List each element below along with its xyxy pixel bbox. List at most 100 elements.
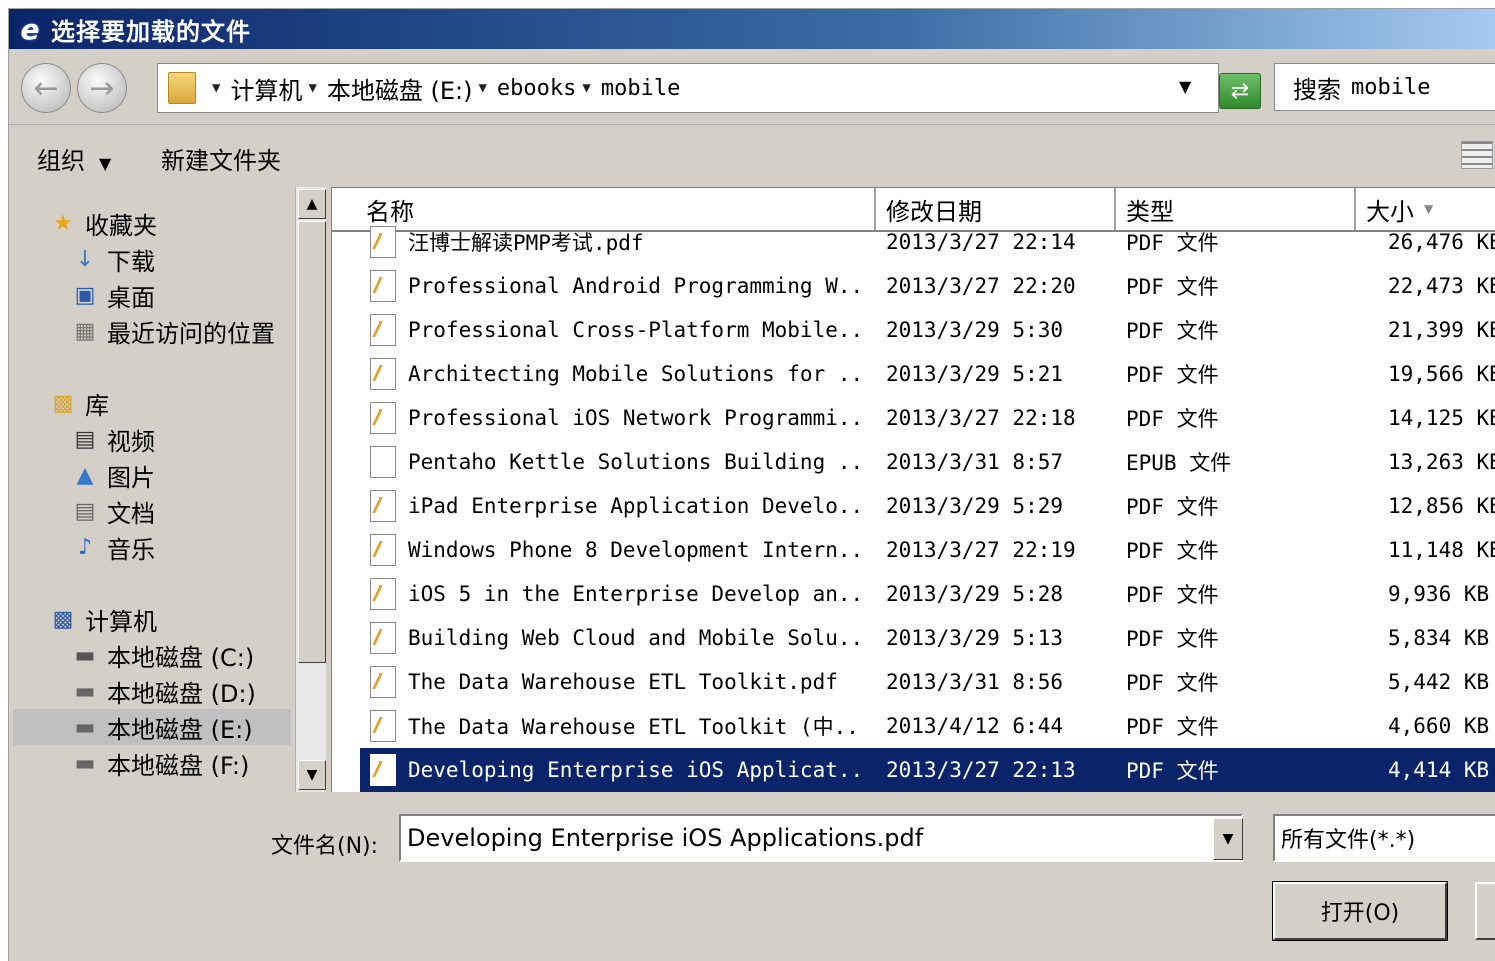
file-row[interactable]: Architecting Mobile Solutions for ... 201… — [360, 352, 1495, 396]
file-name-cell: Developing Enterprise iOS Applicat... — [370, 748, 860, 792]
forward-button[interactable]: → — [77, 63, 127, 113]
file-row[interactable]: Windows Phone 8 Development Intern... 201… — [360, 528, 1495, 572]
file-size: 5,442 KB — [1388, 670, 1490, 694]
nav-desktop[interactable]: ▣ 桌面 — [71, 277, 155, 313]
scroll-up-icon[interactable]: ▲ — [298, 189, 326, 219]
file-size: 26,476 KB — [1388, 230, 1495, 254]
scroll-thumb[interactable] — [298, 221, 326, 663]
file-type: PDF 文件 — [1126, 495, 1219, 519]
breadcrumb-mobile[interactable]: ▼ mobile — [576, 76, 680, 101]
chevron-down-icon[interactable]: ▼ — [582, 80, 590, 96]
file-date: 2013/3/27 22:14 — [886, 230, 1076, 254]
nav-drive-f[interactable]: ▬ 本地磁盘 (F:) — [71, 745, 250, 781]
file-name: iPad Enterprise Application Develo... — [408, 494, 860, 518]
pdf-icon — [370, 226, 396, 258]
file-row[interactable]: iPad Enterprise Application Develo... 201… — [360, 484, 1495, 528]
nav-libraries[interactable]: ▩ 库 — [49, 385, 109, 421]
file-size: 13,263 KB — [1388, 450, 1495, 474]
nav-drive-c[interactable]: ▬ 本地磁盘 (C:) — [71, 637, 255, 673]
file-type: PDF 文件 — [1126, 627, 1219, 651]
file-type-filter[interactable]: 所有文件(*.*) — [1273, 814, 1495, 862]
nav-favorites[interactable]: ★ 收藏夹 — [49, 205, 157, 241]
nav-documents[interactable]: ▤ 文档 — [71, 493, 155, 529]
file-list: 名称 修改日期 类型 大小 ▼ 汪博士解读PMP考试.pdf 2013/3/27 … — [331, 187, 1495, 794]
nav-drive-d[interactable]: ▬ 本地磁盘 (D:) — [71, 673, 256, 709]
breadcrumb-drive-e[interactable]: ▼ 本地磁盘 (E:) — [302, 71, 472, 106]
filename-value: Developing Enterprise iOS Applications.p… — [407, 824, 924, 852]
file-name: Developing Enterprise iOS Applicat... — [408, 758, 860, 782]
file-date: 2013/3/29 5:29 — [886, 494, 1064, 518]
file-date: 2013/3/29 5:13 — [886, 626, 1064, 650]
nav-drive-e[interactable]: ▬ 本地磁盘 (E:) — [13, 709, 291, 745]
breadcrumb-ebooks[interactable]: ▼ ebooks — [472, 76, 576, 101]
nav-scrollbar[interactable]: ▲ ▼ — [295, 187, 326, 792]
file-type: PDF 文件 — [1126, 231, 1219, 255]
file-row[interactable]: Professional Cross-Platform Mobile... 201… — [360, 308, 1495, 352]
view-options-icon[interactable] — [1461, 141, 1493, 169]
file-type: PDF 文件 — [1126, 715, 1219, 739]
pdf-icon — [370, 666, 396, 698]
search-scope: mobile — [1351, 74, 1431, 100]
nav-recent-places[interactable]: ▦ 最近访问的位置 — [71, 313, 275, 349]
filename-input[interactable]: Developing Enterprise iOS Applications.p… — [399, 814, 1243, 862]
file-row[interactable]: Building Web Cloud and Mobile Solu... 201… — [360, 616, 1495, 660]
chevron-down-icon: ▼ — [1222, 831, 1234, 847]
file-row[interactable]: 汪博士解读PMP考试.pdf 2013/3/27 22:14 PDF 文件 26,47… — [360, 220, 1495, 264]
file-name-cell: The Data Warehouse ETL Toolkit.pdf — [370, 660, 860, 704]
library-icon: ▩ — [52, 390, 74, 416]
file-name: Architecting Mobile Solutions for ... — [408, 362, 860, 386]
music-note-icon: ♪ — [77, 534, 93, 560]
cancel-button[interactable] — [1475, 882, 1495, 940]
command-toolbar: 组织 ▼ 新建文件夹 — [9, 125, 1495, 187]
desktop-icon: ▣ — [74, 282, 96, 308]
file-row[interactable]: iOS 5 in the Enterprise Develop an... 201… — [360, 572, 1495, 616]
chevron-down-icon: ▼ — [99, 154, 112, 173]
title-bar[interactable]: e 选择要加载的文件 — [9, 9, 1495, 49]
search-input[interactable]: 搜索 mobile — [1274, 63, 1495, 111]
file-row[interactable]: Professional iOS Network Programmi... 201… — [360, 396, 1495, 440]
address-history-dropdown[interactable]: ▼ — [1179, 77, 1191, 96]
breadcrumb-computer[interactable]: ▼ 计算机 — [206, 71, 302, 106]
organize-menu-button[interactable]: 组织 ▼ — [37, 141, 111, 176]
chevron-down-icon[interactable]: ▼ — [212, 80, 220, 96]
nav-computer[interactable]: ▩ 计算机 — [49, 601, 157, 637]
file-type: PDF 文件 — [1126, 407, 1219, 431]
scroll-down-icon[interactable]: ▼ — [298, 760, 326, 790]
file-row[interactable]: The Data Warehouse ETL Toolkit.pdf 2013/3… — [360, 660, 1495, 704]
file-name: Professional Cross-Platform Mobile... — [408, 318, 860, 342]
filename-dropdown-button[interactable]: ▼ — [1213, 818, 1243, 860]
nav-videos[interactable]: ▤ 视频 — [71, 421, 155, 457]
nav-music[interactable]: ♪ 音乐 — [71, 529, 155, 565]
refresh-icon: ⇄ — [1230, 78, 1250, 104]
new-folder-button[interactable]: 新建文件夹 — [161, 141, 281, 176]
file-name: The Data Warehouse ETL Toolkit.pdf — [408, 670, 838, 694]
refresh-button[interactable]: ⇄ — [1219, 73, 1261, 109]
file-row[interactable]: Developing Enterprise iOS Applicat... 201… — [360, 748, 1495, 792]
dialog-footer: 文件名(N): Developing Enterprise iOS Applic… — [9, 792, 1495, 961]
file-name-cell: Windows Phone 8 Development Intern... — [370, 528, 860, 572]
file-name-cell: iPad Enterprise Application Develo... — [370, 484, 860, 528]
nav-pictures[interactable]: ▲ 图片 — [71, 457, 155, 493]
nav-downloads[interactable]: ↓ 下载 — [71, 241, 155, 277]
file-open-dialog: e 选择要加载的文件 ← → ▼ 计算机 ▼ 本地磁盘 (E:) ▼ ebook… — [8, 8, 1495, 961]
file-type: PDF 文件 — [1126, 319, 1219, 343]
open-button[interactable]: 打开(O) — [1272, 881, 1448, 941]
file-size: 14,125 KB — [1388, 406, 1495, 430]
file-size: 12,856 KB — [1388, 494, 1495, 518]
file-row[interactable]: Professional Android Programming W... 201… — [360, 264, 1495, 308]
file-row[interactable]: The Data Warehouse ETL Toolkit (中... 2013… — [360, 704, 1495, 748]
file-type: PDF 文件 — [1126, 539, 1219, 563]
file-name-cell: The Data Warehouse ETL Toolkit (中... — [370, 704, 860, 748]
computer-icon: ▩ — [52, 606, 74, 632]
drive-icon: ▬ — [74, 678, 96, 704]
back-button[interactable]: ← — [21, 63, 71, 113]
file-date: 2013/3/27 22:18 — [886, 406, 1076, 430]
chevron-down-icon[interactable]: ▼ — [308, 80, 316, 96]
address-bar[interactable]: ▼ 计算机 ▼ 本地磁盘 (E:) ▼ ebooks ▼ mobile — [157, 63, 1219, 113]
drive-icon: ▬ — [74, 714, 96, 740]
file-type: EPUB 文件 — [1126, 451, 1232, 475]
file-date: 2013/3/27 22:19 — [886, 538, 1076, 562]
file-size: 9,936 KB — [1388, 582, 1490, 606]
file-row[interactable]: Pentaho Kettle Solutions Building ... 201… — [360, 440, 1495, 484]
chevron-down-icon[interactable]: ▼ — [478, 80, 486, 96]
